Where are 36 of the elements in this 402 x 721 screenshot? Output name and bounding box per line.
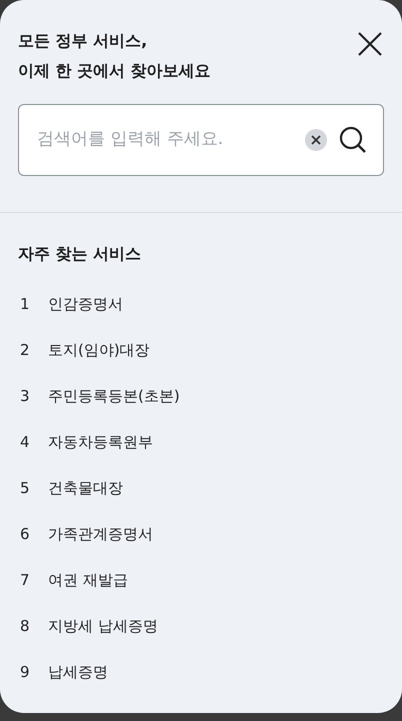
service-name: 건축물대장 xyxy=(48,478,123,499)
service-link[interactable]: 3 주민등록등본(초본) xyxy=(18,373,384,419)
title-text: 이제 한 곳에서 찾아보세요 xyxy=(18,60,211,82)
service-name: 토지(임야)대장 xyxy=(48,340,150,361)
service-link[interactable]: 7 여권 재발급 xyxy=(18,557,384,603)
rank-number: 5 xyxy=(19,478,31,499)
service-name: 인감증명서 xyxy=(48,294,123,315)
search-field[interactable]: 검색어를 입력해 주세요. xyxy=(18,104,384,176)
clear-icon xyxy=(311,135,321,145)
rank-number: 1 xyxy=(19,294,31,315)
section-heading: 자주 찾는 서비스 xyxy=(18,243,142,265)
service-link[interactable]: 9 납세증명 xyxy=(18,649,384,695)
service-name: 자동차등록원부 xyxy=(48,432,153,453)
service-name: 지방세 납세증명 xyxy=(48,616,158,637)
search-icon xyxy=(339,126,367,154)
rank-number: 3 xyxy=(19,386,31,407)
service-name: 여권 재발급 xyxy=(48,570,128,591)
service-link[interactable]: 2 토지(임야)대장 xyxy=(18,327,384,373)
search-input[interactable]: 검색어를 입력해 주세요. xyxy=(37,127,295,153)
title-text: 모든 정부 서비스, xyxy=(18,30,148,52)
close-icon xyxy=(357,31,383,57)
service-link[interactable]: 5 건축물대장 xyxy=(18,465,384,511)
service-name: 가족관계증명서 xyxy=(48,524,153,545)
service-name: 주민등록등본(초본) xyxy=(48,386,180,407)
rank-number: 2 xyxy=(19,340,31,361)
rank-number: 9 xyxy=(19,662,31,683)
service-link[interactable]: 6 가족관계증명서 xyxy=(18,511,384,557)
service-link[interactable]: 4 자동차등록원부 xyxy=(18,419,384,465)
rank-number: 8 xyxy=(19,616,31,637)
service-link[interactable]: 8 지방세 납세증명 xyxy=(18,603,384,649)
rank-number: 7 xyxy=(19,570,31,591)
rank-number: 4 xyxy=(19,432,31,453)
service-name: 납세증명 xyxy=(48,662,108,683)
rank-number: 6 xyxy=(19,524,31,545)
clear-button[interactable] xyxy=(305,129,327,151)
service-link[interactable]: 1 인감증명서 xyxy=(18,281,384,327)
